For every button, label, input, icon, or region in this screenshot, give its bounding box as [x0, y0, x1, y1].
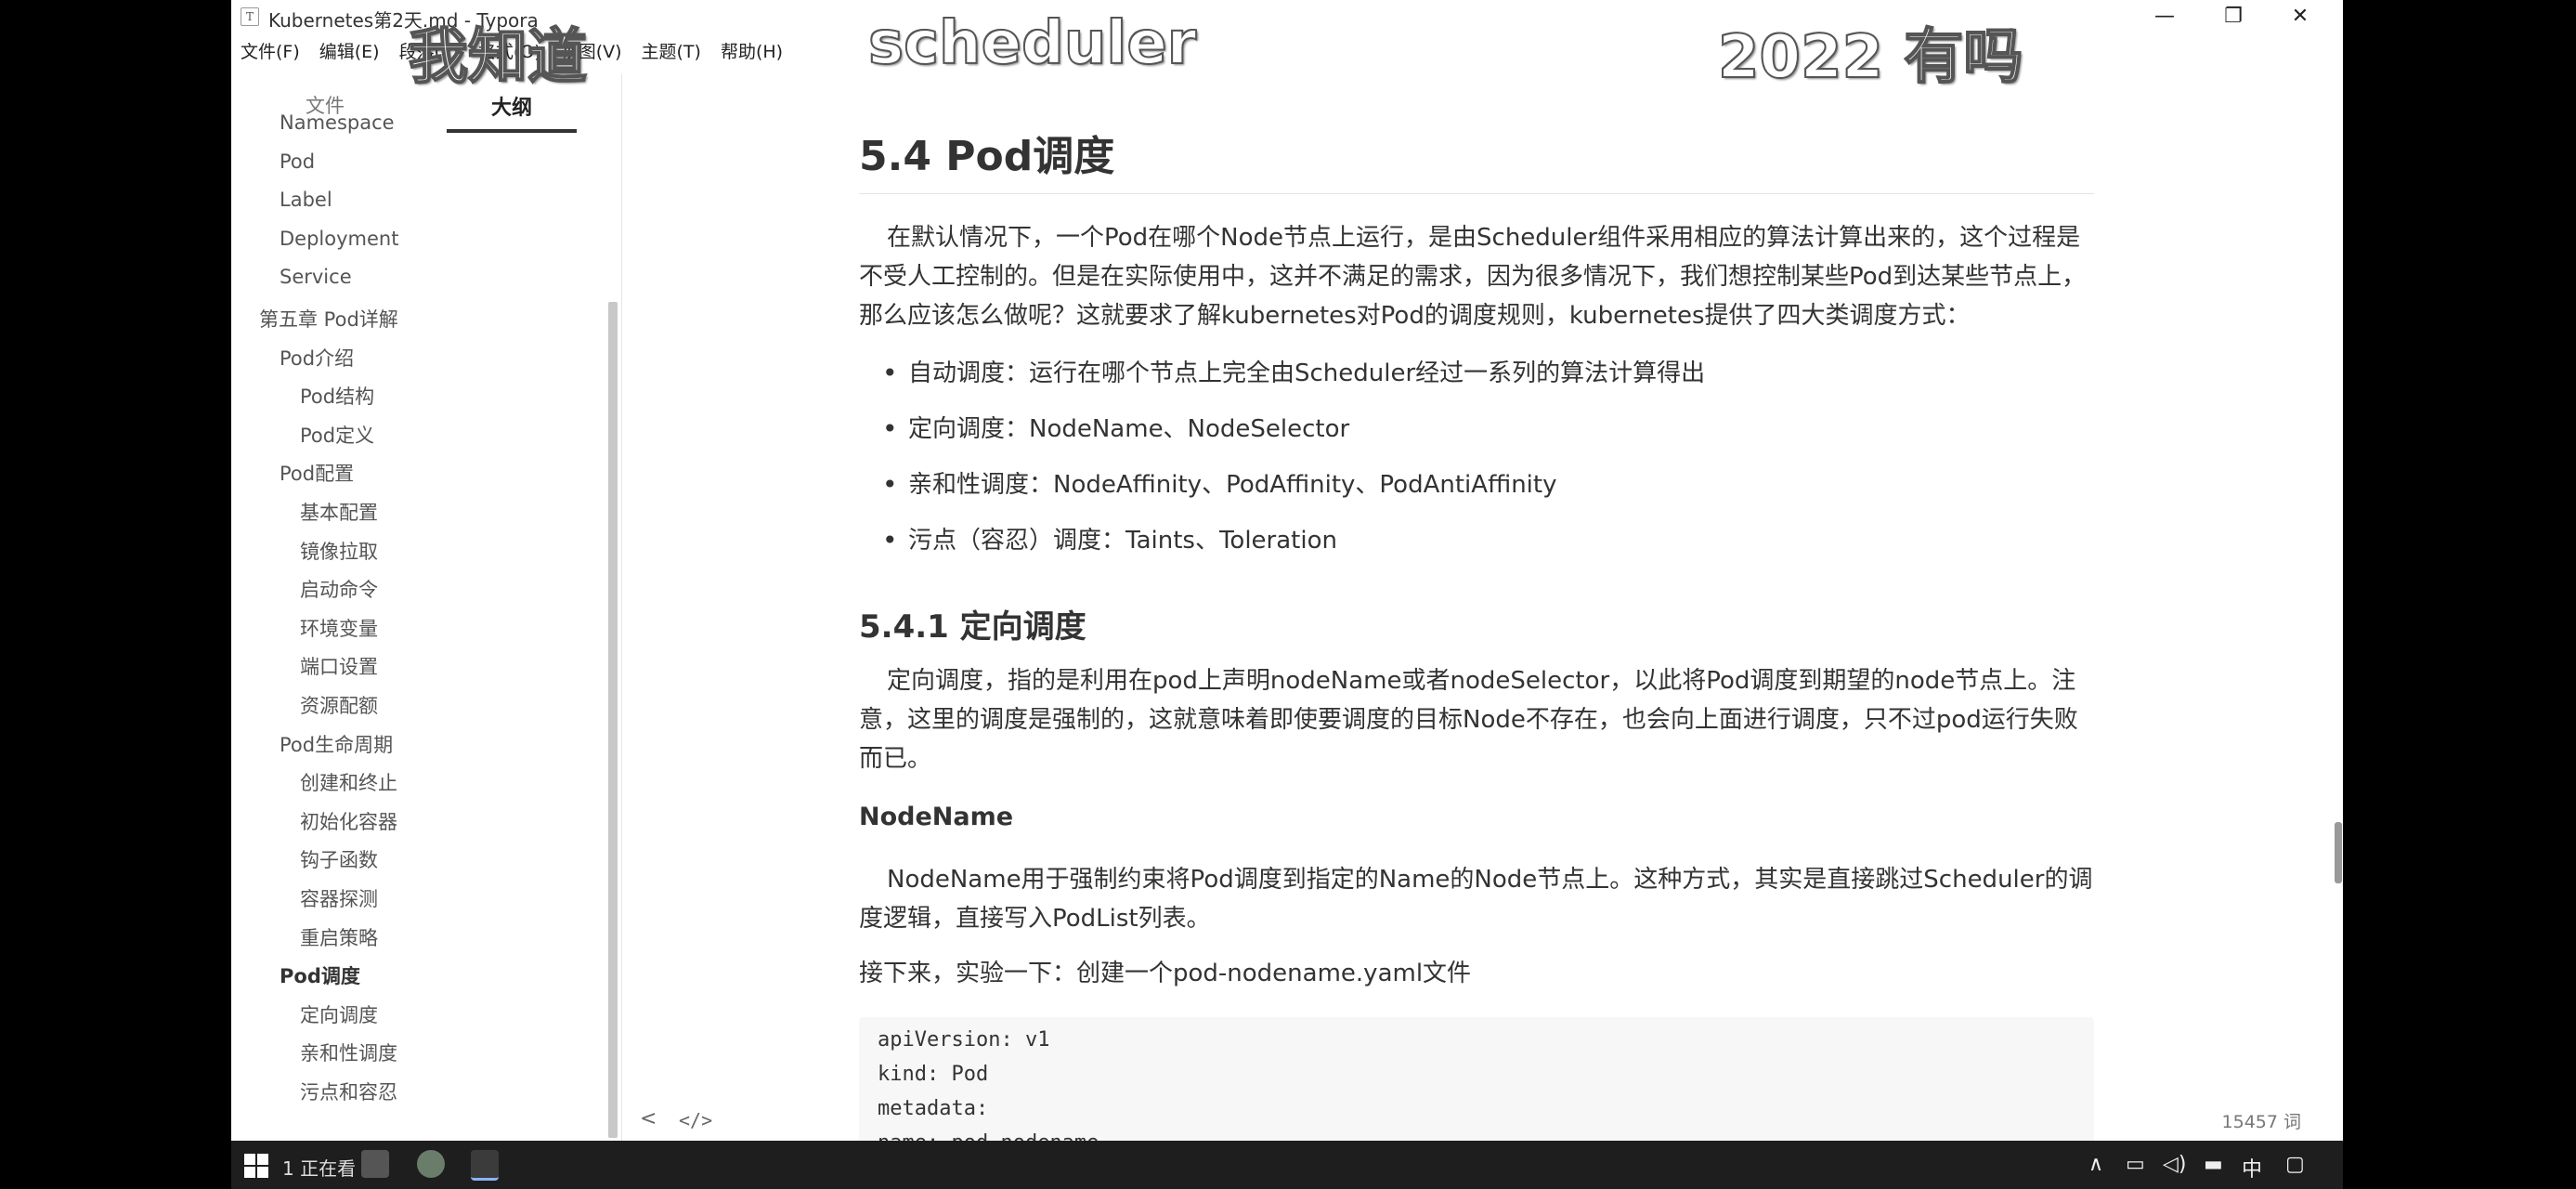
taskbar-typora-icon[interactable] [471, 1150, 499, 1181]
overlay-text-right: 2022 有吗 [1717, 22, 2023, 93]
nodename-paragraph: NodeName用于强制约束将Pod调度到指定的Name的Node节点上。这种方… [859, 866, 2093, 933]
editor[interactable]: 5.4 Pod调度 在默认情况下，一个Pod在哪个Node节点上运行，是由Sch… [622, 74, 2343, 1141]
outline-item[interactable]: Pod调度 [280, 961, 360, 989]
outline-item[interactable]: 创建和终止 [300, 768, 397, 796]
taskbar-app-icon[interactable] [361, 1150, 389, 1178]
word-count[interactable]: 15457 词 [2222, 1108, 2301, 1133]
outline-item[interactable]: 钩子函数 [300, 845, 378, 873]
taskbar-search-text[interactable]: 1 正在看 [282, 1154, 356, 1181]
heading-rule [859, 193, 2094, 194]
code-line: name: pod-nodename [878, 1131, 1099, 1141]
outline-item[interactable]: 初始化容器 [300, 807, 397, 835]
taskbar: 1 正在看 ∧ ▭ ◁) ▬ 中 ▢ [231, 1141, 2343, 1189]
source-mode-button[interactable]: </> [679, 1109, 712, 1131]
tab-active-indicator [447, 129, 577, 133]
heading-nodename: NodeName [859, 803, 1014, 831]
outline-item[interactable]: 资源配额 [300, 691, 378, 719]
outline-item[interactable]: Pod定义 [300, 421, 374, 449]
code-line: metadata: [878, 1097, 989, 1120]
directed-paragraph: 定向调度，指的是利用在pod上声明nodeName或者nodeSelector，… [859, 667, 2078, 773]
tray-network-icon[interactable]: ▭ [2126, 1153, 2145, 1176]
tray-chevron-up-icon[interactable]: ∧ [2088, 1153, 2103, 1176]
heading-directed-scheduling: 5.4.1 定向调度 [859, 608, 1086, 646]
minimize-button[interactable]: — [2135, 0, 2194, 33]
tray-battery-icon[interactable]: ▬ [2204, 1153, 2223, 1176]
tray-volume-icon[interactable]: ◁) [2163, 1153, 2187, 1176]
bullet-affinity-scheduling: 亲和性调度：NodeAffinity、PodAffinity、PodAntiAf… [882, 466, 1556, 503]
code-line: apiVersion: v1 [878, 1028, 1050, 1052]
overlay-text-left: 我知道 [408, 22, 588, 93]
windows-start-icon[interactable] [244, 1154, 268, 1178]
outline-item[interactable]: Pod配置 [280, 459, 354, 487]
outline-item[interactable]: 启动命令 [300, 575, 378, 603]
editor-scrollbar[interactable] [2335, 822, 2342, 883]
sidebar: 文件 大纲 Namespace Pod Label Deployment Service… [231, 74, 622, 1141]
outline-item[interactable]: Namespace [280, 111, 395, 134]
tray-language-indicator[interactable]: 中 [2242, 1153, 2262, 1182]
menu-help[interactable]: 帮助(H) [721, 37, 783, 67]
tray-notification-icon[interactable]: ▢ [2285, 1153, 2305, 1176]
overlay-text-center: scheduler [867, 8, 1197, 79]
experiment-paragraph: 接下来，实验一下：创建一个pod-nodename.yaml文件 [859, 960, 1472, 987]
bullet-auto-scheduling: 自动调度：运行在哪个节点上完全由Scheduler经过一系列的算法计算得出 [882, 355, 1705, 392]
maximize-button[interactable]: ❐ [2204, 0, 2263, 33]
outline-item[interactable]: 第五章 Pod详解 [259, 305, 398, 333]
typora-icon: T [241, 7, 259, 26]
typora-window: T Kubernetes第2天.md - Typora — ❐ ✕ 文件(F) … [231, 0, 2343, 1141]
tab-outline[interactable]: 大纲 [491, 91, 532, 121]
sidebar-scrollbar[interactable] [608, 302, 618, 1138]
outline-item[interactable]: 亲和性调度 [300, 1039, 397, 1066]
outline-item[interactable]: Service [280, 266, 352, 288]
outline-item[interactable]: 污点和容忍 [300, 1078, 397, 1105]
outline-item[interactable]: Pod [280, 150, 315, 173]
taskbar-browser-icon[interactable] [417, 1150, 445, 1178]
menu-theme[interactable]: 主题(T) [642, 37, 701, 67]
outline-item[interactable]: 端口设置 [300, 652, 378, 680]
outline-item[interactable]: 镜像拉取 [300, 537, 378, 565]
outline-item[interactable]: 定向调度 [300, 1000, 378, 1028]
outline-item[interactable]: 重启策略 [300, 923, 378, 951]
outline-item[interactable]: Label [280, 189, 332, 211]
menu-edit[interactable]: 编辑(E) [319, 37, 380, 67]
outline-item[interactable]: 基本配置 [300, 498, 378, 526]
code-line: kind: Pod [878, 1063, 989, 1086]
menu-file[interactable]: 文件(F) [241, 37, 300, 67]
bullet-taint-scheduling: 污点（容忍）调度：Taints、Toleration [882, 522, 1337, 559]
outline-item[interactable]: Deployment [280, 228, 398, 250]
outline-item[interactable]: Pod生命周期 [280, 730, 393, 758]
intro-paragraph: 在默认情况下，一个Pod在哪个Node节点上运行，是由Scheduler组件采用… [859, 224, 2087, 330]
outline-item[interactable]: Pod结构 [300, 382, 374, 410]
outline-item[interactable]: 环境变量 [300, 614, 378, 642]
outline-item[interactable]: 容器探测 [300, 884, 378, 912]
code-block[interactable]: apiVersion: v1 kind: Pod metadata: name:… [859, 1017, 2094, 1141]
bullet-directed-scheduling: 定向调度：NodeName、NodeSelector [882, 411, 1349, 448]
heading-pod-scheduling: 5.4 Pod调度 [859, 133, 1115, 180]
close-button[interactable]: ✕ [2270, 0, 2330, 33]
outline-item[interactable]: Pod介绍 [280, 344, 354, 372]
sidebar-toggle-button[interactable]: < [640, 1107, 657, 1130]
